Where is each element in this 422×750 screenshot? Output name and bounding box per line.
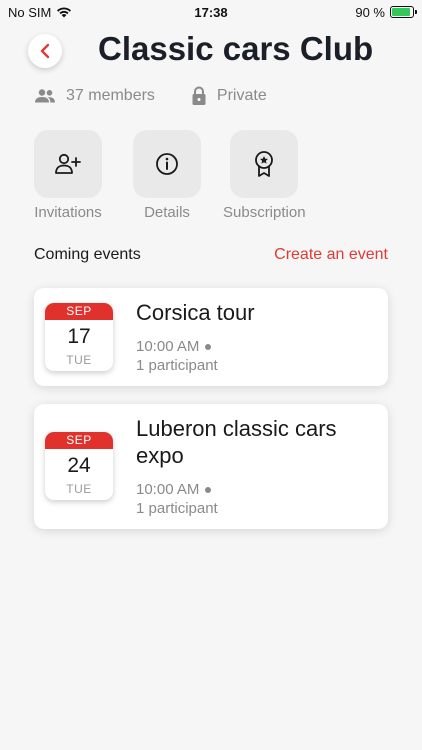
event-month: SEP xyxy=(45,432,113,449)
status-left: No SIM xyxy=(8,5,72,20)
badge-icon xyxy=(255,151,274,177)
invitations-button[interactable]: Invitations xyxy=(34,130,102,221)
event-weekday: TUE xyxy=(66,353,92,367)
event-day: 17 xyxy=(67,325,91,348)
battery-level xyxy=(392,8,410,16)
subscription-button[interactable]: Subscription xyxy=(223,130,306,221)
calendar-date-icon: SEP 17 TUE xyxy=(45,303,113,371)
event-participants: 1 participant xyxy=(136,500,218,517)
event-month: SEP xyxy=(45,303,113,320)
add-user-icon xyxy=(55,153,81,174)
details-label: Details xyxy=(144,204,190,221)
people-icon xyxy=(35,89,55,103)
event-day: 24 xyxy=(67,454,91,477)
event-time: 10:00 AM xyxy=(136,338,200,355)
page-title: Classic cars Club xyxy=(98,30,374,67)
calendar-date-icon: SEP 24 TUE xyxy=(45,432,113,500)
event-time: 10:00 AM xyxy=(136,481,200,498)
event-title: Corsica tour xyxy=(136,300,255,325)
details-tile[interactable] xyxy=(133,130,201,198)
privacy-info: Private xyxy=(191,86,267,106)
privacy-label: Private xyxy=(216,87,267,104)
separator-dot xyxy=(205,344,212,351)
event-weekday: TUE xyxy=(66,482,92,496)
event-time-row: 10:00 AM xyxy=(136,481,212,498)
details-button[interactable]: Details xyxy=(133,130,201,221)
members-info: 37 members xyxy=(34,87,155,105)
invitations-tile[interactable] xyxy=(34,130,102,198)
coming-events-heading: Coming events xyxy=(34,246,141,263)
event-title: Luberon classic cars expo xyxy=(136,416,337,468)
status-right: 90 % xyxy=(355,4,417,20)
carrier-label: No SIM xyxy=(8,4,52,20)
battery-percentage: 90 % xyxy=(355,4,385,20)
event-card[interactable]: SEP 24 TUE Luberon classic cars expo 10:… xyxy=(34,404,388,529)
create-event-button[interactable]: Create an event xyxy=(274,246,388,264)
chevron-left-icon xyxy=(40,43,50,59)
members-count: 37 members xyxy=(66,87,155,104)
group-meta-row: 37 members Private xyxy=(34,86,267,106)
subscription-tile[interactable] xyxy=(230,130,299,198)
invitations-label: Invitations xyxy=(34,204,102,221)
info-icon xyxy=(156,153,178,175)
lock-icon xyxy=(192,86,206,105)
status-bar: No SIM 17:38 90 % xyxy=(0,0,422,24)
event-card[interactable]: SEP 17 TUE Corsica tour 10:00 AM 1 parti… xyxy=(34,288,388,386)
event-participants: 1 participant xyxy=(136,357,218,374)
wifi-icon xyxy=(57,7,72,18)
back-button[interactable] xyxy=(28,34,62,68)
subscription-label: Subscription xyxy=(223,204,306,221)
separator-dot xyxy=(205,487,212,494)
event-time-row: 10:00 AM xyxy=(136,338,212,355)
battery-icon xyxy=(390,6,417,18)
